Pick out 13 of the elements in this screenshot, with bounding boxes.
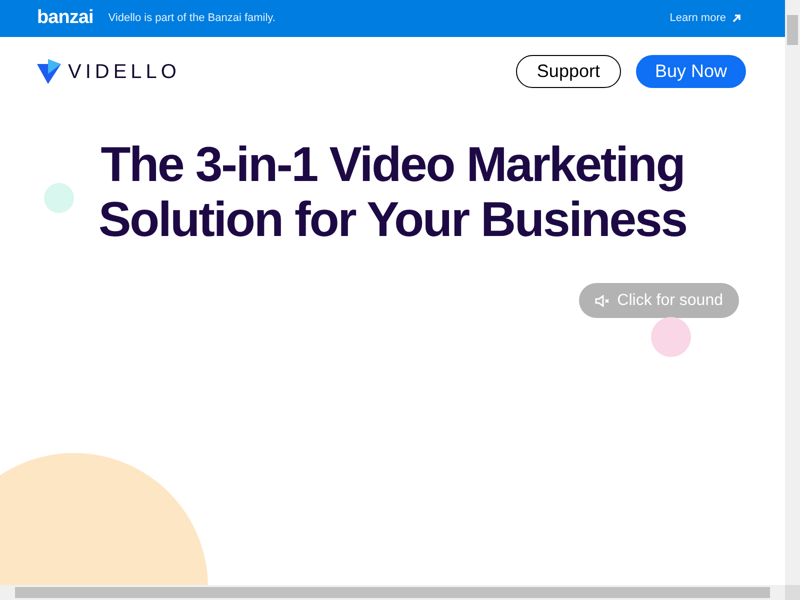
banzai-logo: banzai [37, 6, 94, 30]
learn-more-link[interactable]: Learn more [670, 10, 741, 27]
headline: The 3-in-1 Video Marketing Solution for Your Business [97, 138, 688, 248]
vidello-wordmark: VIDELLO [68, 60, 180, 84]
logo-icon [37, 59, 61, 84]
support-button[interactable]: Support [516, 55, 621, 88]
buy-now-button[interactable]: Buy Now [636, 55, 746, 88]
arrow-icon [732, 14, 741, 23]
vertical-scrollbar[interactable] [785, 0, 800, 585]
banner-text: Vidello is part of the Banzai family. [108, 11, 276, 26]
scrollbar-corner [785, 585, 800, 600]
muted-speaker-icon [595, 294, 612, 306]
horizontal-scrollbar[interactable] [0, 585, 785, 600]
